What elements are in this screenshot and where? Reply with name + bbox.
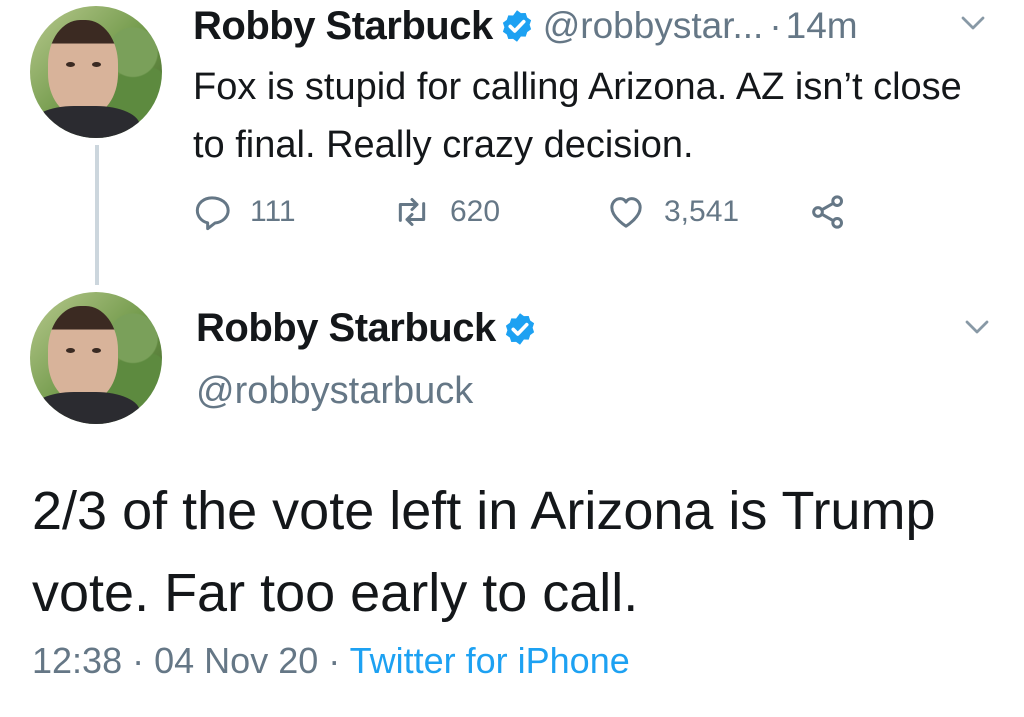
share-icon	[812, 195, 843, 229]
tweet-metadata: 12:38 · 04 Nov 20 · Twitter for iPhone	[32, 640, 630, 682]
verified-icon	[502, 10, 531, 42]
separator-dot: ·	[132, 640, 145, 681]
avatar-face	[48, 306, 118, 402]
chevron-down-icon[interactable]	[958, 8, 988, 38]
like-icon	[610, 197, 642, 228]
reply-tweet-header: Robby Starbuck @robbystar... · 14m	[193, 4, 858, 48]
thread-connector-line	[95, 145, 99, 285]
tweet-date: 04 Nov 20	[154, 640, 319, 681]
avatar-eye	[66, 348, 75, 353]
avatar[interactable]	[30, 6, 162, 138]
reply-button[interactable]: 111	[192, 190, 296, 234]
avatar-eye	[66, 62, 75, 67]
avatar[interactable]	[30, 292, 162, 424]
author-name[interactable]: Robby Starbuck	[193, 4, 493, 49]
retweet-button[interactable]: 620	[392, 190, 500, 234]
retweet-count: 620	[450, 195, 501, 228]
main-tweet-author-row: Robby Starbuck	[196, 306, 538, 351]
main-tweet-text: 2/3 of the vote left in Arizona is Trump…	[32, 481, 936, 623]
avatar-shoulders	[30, 392, 140, 424]
tweet-source-link[interactable]: Twitter for iPhone	[350, 640, 630, 681]
avatar-eye	[92, 348, 101, 353]
reply-count: 111	[250, 195, 296, 228]
author-handle[interactable]: @robbystarbuck	[196, 370, 473, 413]
verified-icon	[505, 312, 534, 345]
tweet-time[interactable]: 14m	[786, 5, 858, 47]
avatar-shoulders	[30, 106, 140, 138]
reply-tweet-text: Fox is stupid for calling Arizona. AZ is…	[193, 66, 962, 166]
author-handle[interactable]: @robbystar...	[543, 5, 764, 47]
retweet-icon	[398, 198, 426, 226]
like-button[interactable]: 3,541	[606, 190, 739, 234]
author-name[interactable]: Robby Starbuck	[196, 306, 496, 351]
separator-dot: ·	[769, 5, 782, 46]
reply-icon	[195, 196, 230, 231]
tweet-time: 12:38	[32, 640, 123, 681]
avatar-eye	[92, 62, 101, 67]
share-button[interactable]	[808, 190, 848, 234]
chevron-down-icon[interactable]	[962, 312, 992, 342]
avatar-face	[48, 20, 118, 116]
like-count: 3,541	[664, 195, 740, 228]
separator-dot: ·	[328, 640, 341, 681]
